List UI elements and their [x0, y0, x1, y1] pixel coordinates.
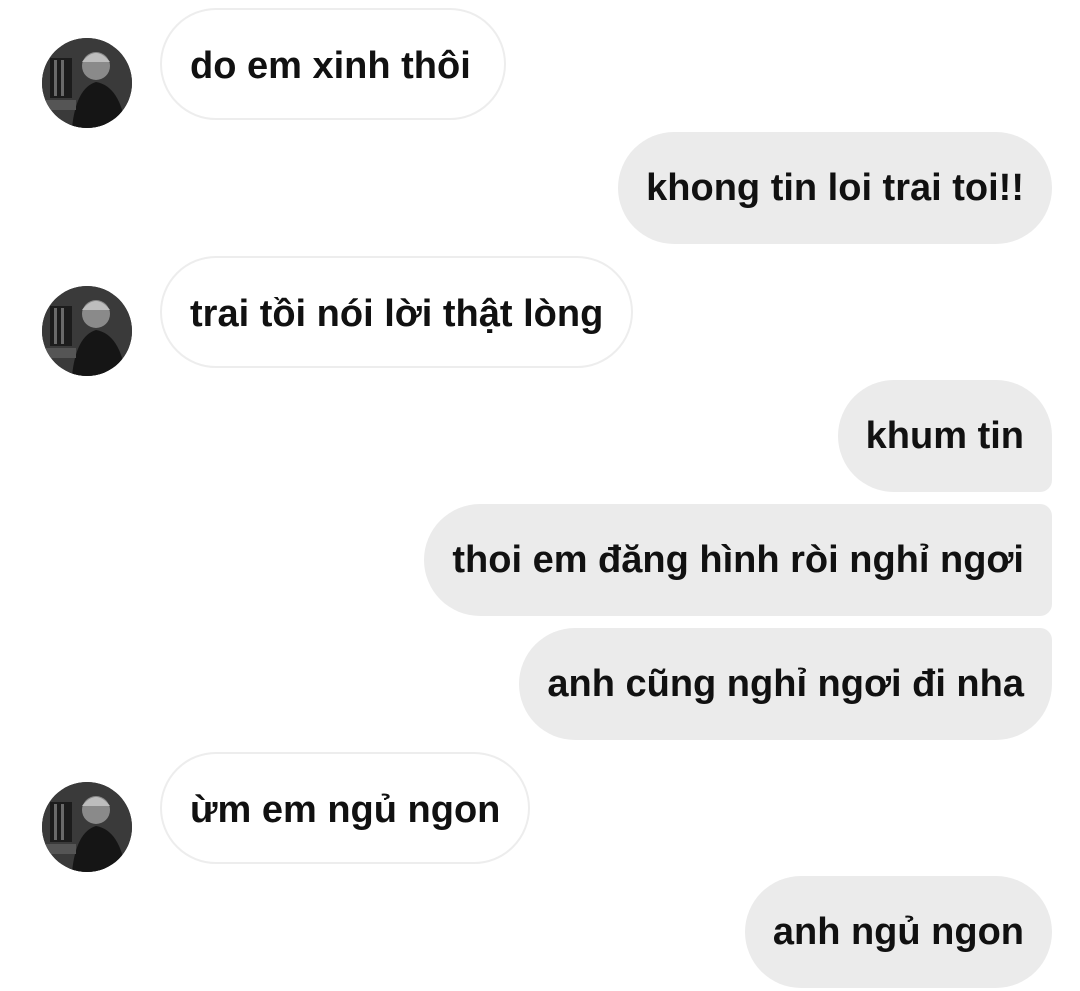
message-text: khong tin loi trai toi!!	[646, 167, 1024, 209]
contact-avatar[interactable]	[42, 286, 132, 376]
message-text: do em xinh thôi	[190, 45, 471, 87]
avatar-photo-icon	[42, 38, 132, 128]
outgoing-message-bubble[interactable]: anh ngủ ngon	[744, 876, 1052, 988]
incoming-message-bubble[interactable]: trai tồi nói lời thật lòng	[160, 256, 634, 368]
incoming-message-bubble[interactable]: do em xinh thôi	[160, 8, 506, 120]
outgoing-message-bubble[interactable]: khong tin loi trai toi!!	[618, 132, 1052, 244]
message-text: khum tin	[865, 415, 1024, 457]
incoming-message-bubble[interactable]: ừm em ngủ ngon	[160, 752, 531, 864]
contact-avatar[interactable]	[42, 782, 132, 872]
avatar-photo-icon	[42, 782, 132, 872]
outgoing-message-bubble[interactable]: thoi em đăng hình ròi nghỉ ngơi	[424, 504, 1052, 616]
outgoing-message-bubble[interactable]: khum tin	[837, 380, 1052, 492]
message-text: anh ngủ ngon	[772, 911, 1024, 953]
message-text: thoi em đăng hình ròi nghỉ ngơi	[452, 539, 1024, 581]
avatar-photo-icon	[42, 286, 132, 376]
message-text: trai tồi nói lời thật lòng	[190, 293, 604, 335]
message-text: anh cũng nghỉ ngơi đi nha	[547, 663, 1024, 705]
outgoing-message-bubble[interactable]: anh cũng nghỉ ngơi đi nha	[519, 628, 1052, 740]
contact-avatar[interactable]	[42, 38, 132, 128]
message-text: ừm em ngủ ngon	[190, 789, 501, 831]
